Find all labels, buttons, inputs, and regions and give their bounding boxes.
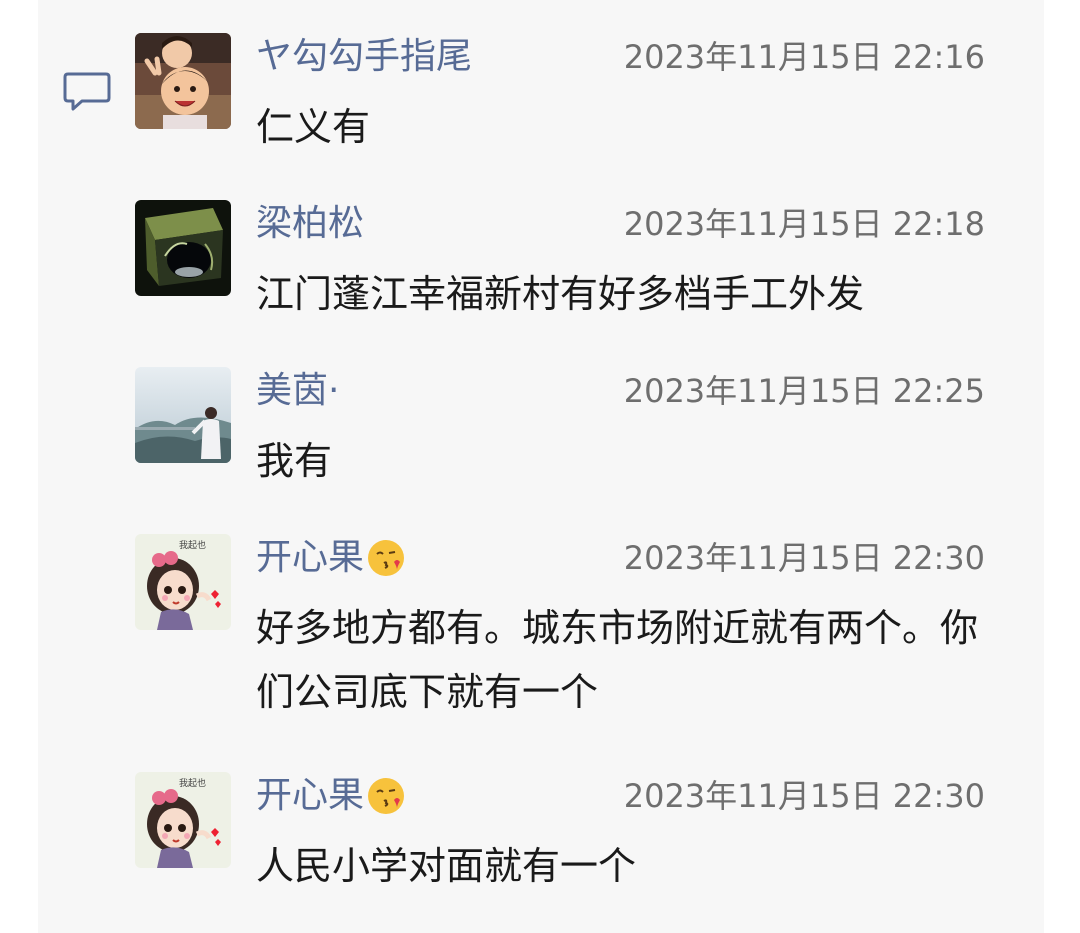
avatar-cartoon-girl-image: 我起也 (135, 534, 231, 630)
kissing-face-emoji-icon (368, 540, 405, 576)
avatar-stamp-text: 我起也 (179, 539, 206, 551)
commenter-name-text: 开心果 (256, 537, 365, 578)
commenter-name[interactable]: 梁柏松 (256, 200, 364, 248)
comment-text: 好多地方都有。城东市场附近就有两个。你们公司底下就有一个 (256, 606, 979, 714)
commenter-name[interactable]: ヤ勾勾手指尾 (256, 33, 472, 81)
avatar[interactable] (135, 33, 231, 129)
avatar-glass-cube-image (135, 200, 231, 296)
comment-timestamp: 2023年11月15日 22:16 (623, 38, 985, 76)
commenter-name[interactable]: 开心果 (256, 534, 406, 582)
avatar-cartoon-girl-image: 我起也 (135, 772, 231, 868)
avatar[interactable] (135, 200, 231, 296)
comment-timestamp: 2023年11月15日 22:30 (623, 539, 985, 577)
comment-icon[interactable] (62, 70, 112, 114)
comment-text: 人民小学对面就有一个 (256, 844, 637, 888)
commenter-name[interactable]: 美茵· (256, 367, 339, 415)
comment-timestamp: 2023年11月15日 22:18 (623, 205, 985, 243)
avatar[interactable] (135, 367, 231, 463)
commenter-name-text: 开心果 (256, 775, 365, 816)
comment-timestamp: 2023年11月15日 22:30 (623, 777, 985, 815)
avatar[interactable]: 我起也 (135, 772, 231, 868)
avatar[interactable]: 我起也 (135, 534, 231, 630)
comment-text: 仁义有 (256, 105, 371, 149)
commenter-name[interactable]: 开心果 (256, 772, 406, 820)
comment-text: 我有 (256, 439, 333, 483)
avatar-landscape-image (135, 367, 231, 463)
comment-text: 江门蓬江幸福新村有好多档手工外发 (256, 272, 865, 316)
kissing-face-emoji-icon (368, 778, 405, 814)
avatar-children-image (135, 33, 231, 129)
comment-timestamp: 2023年11月15日 22:25 (623, 372, 985, 410)
avatar-stamp-text: 我起也 (179, 777, 206, 789)
